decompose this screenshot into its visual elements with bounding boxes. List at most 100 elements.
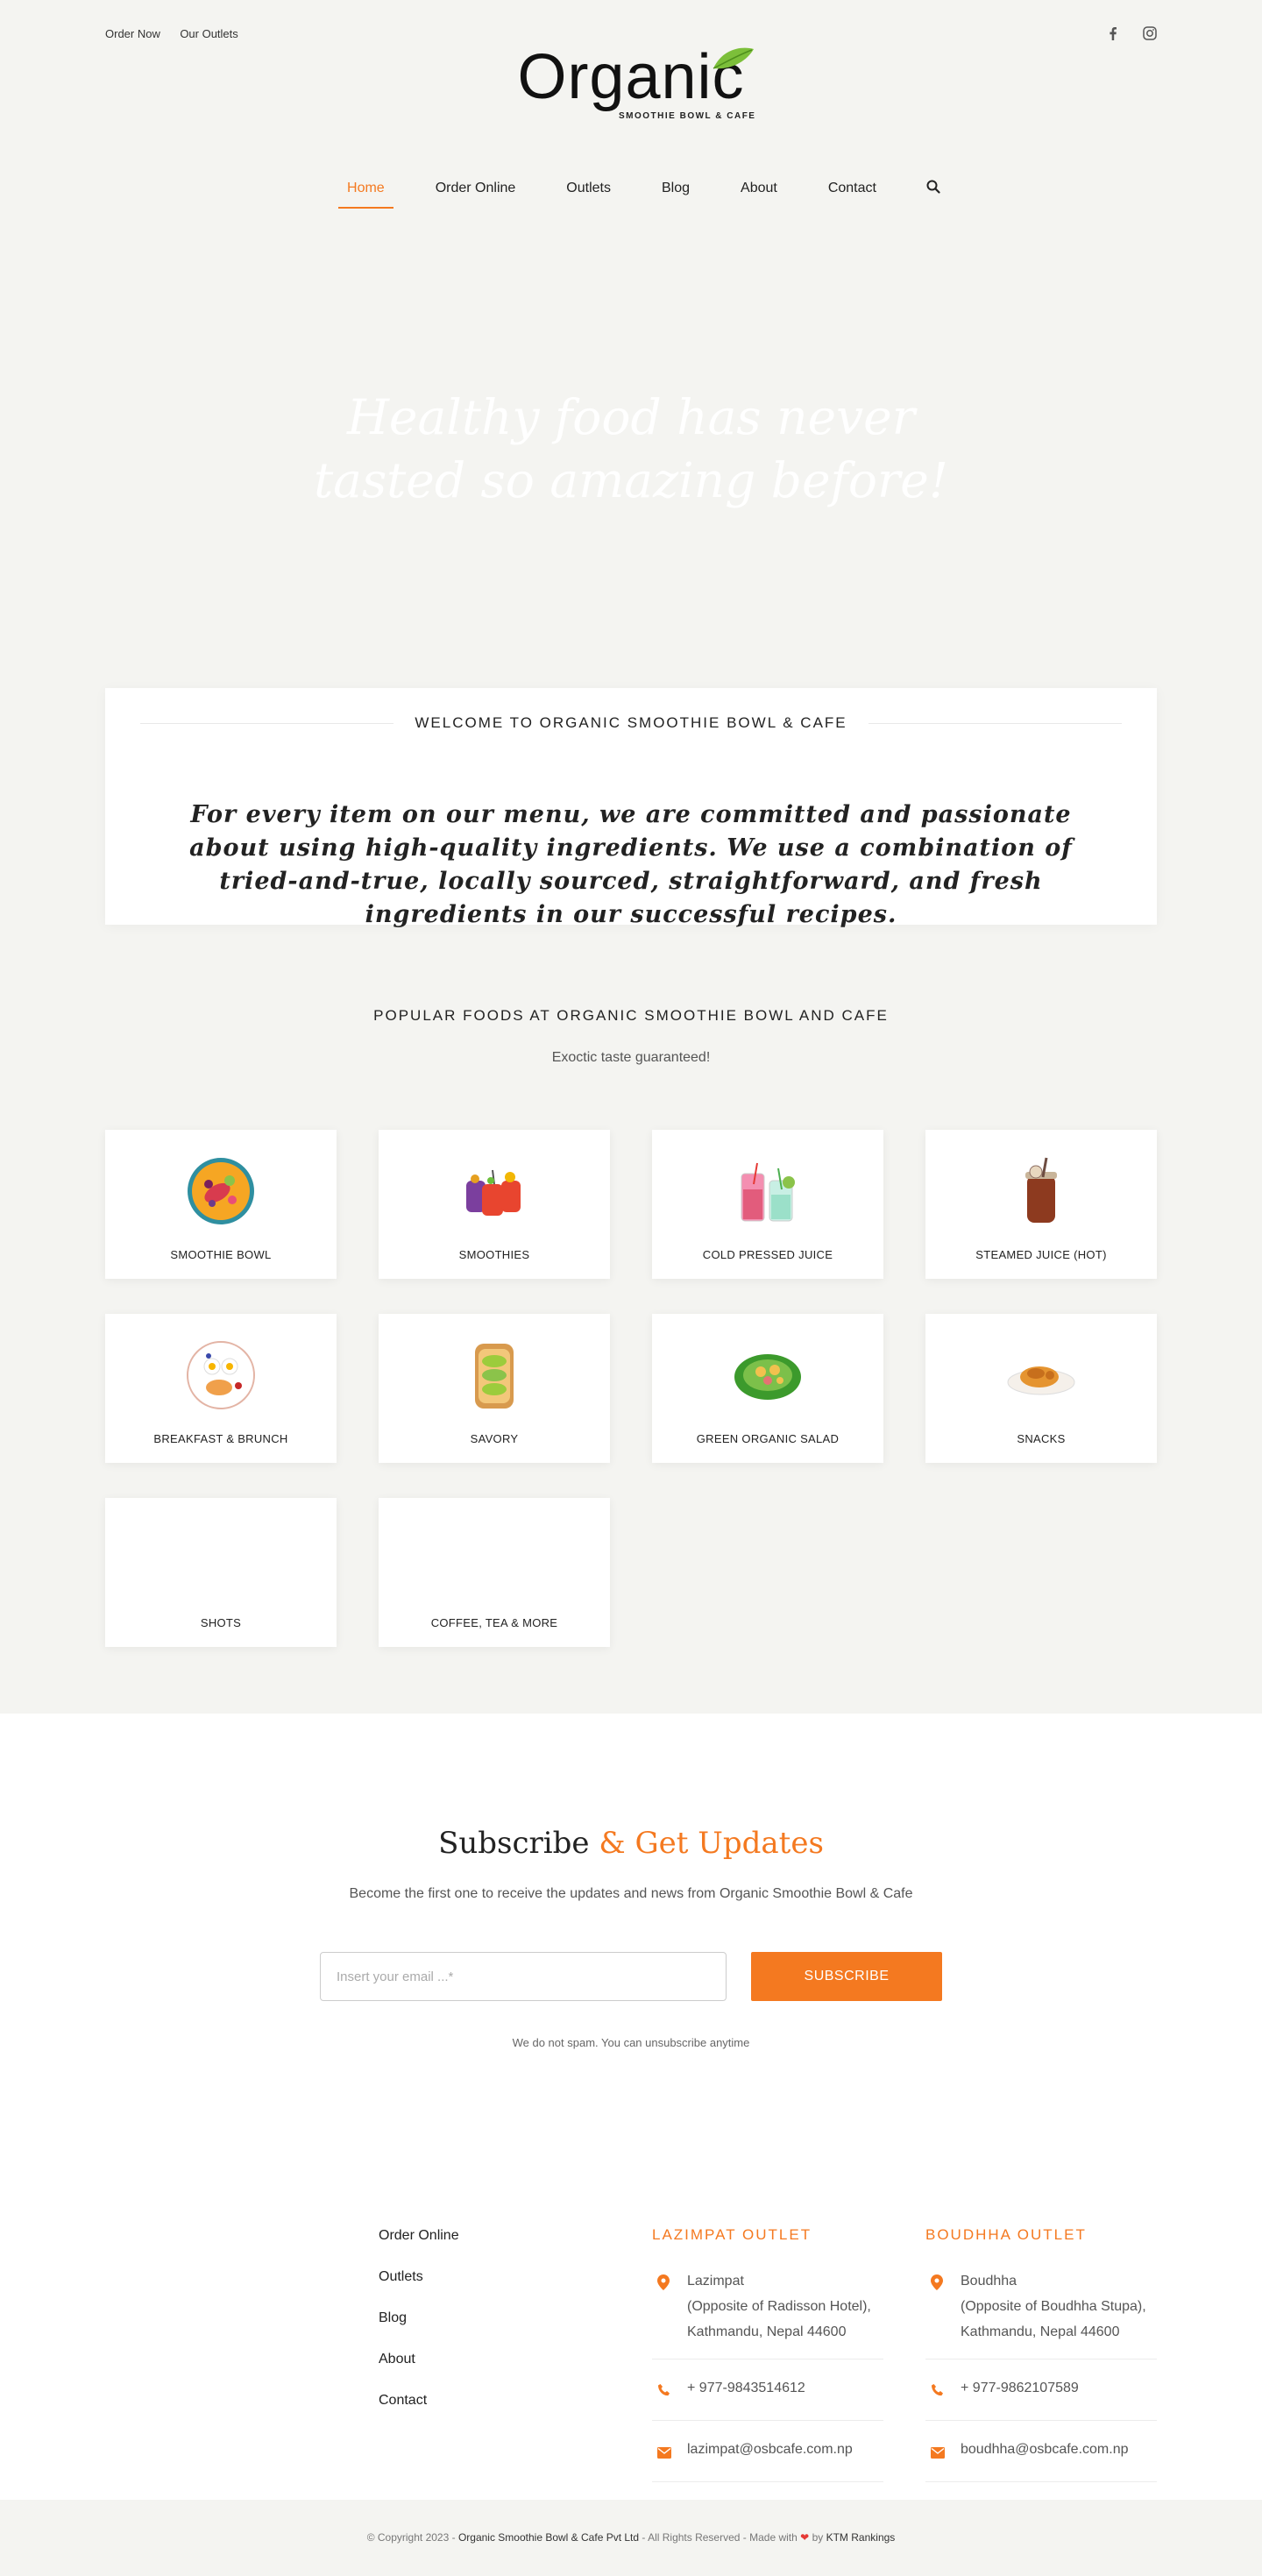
phone-icon [657,2375,673,2406]
address-line-2: (Opposite of Boudhha Stupa), [961,2299,1146,2314]
copyright-prefix: © Copyright 2023 - [366,2531,456,2544]
nav-blog[interactable]: Blog [662,175,690,209]
salad-icon [734,1354,801,1400]
footer-link-outlets[interactable]: Outlets [379,2269,459,2310]
welcome-heading: WELCOME TO ORGANIC SMOOTHIE BOWL & CAFE [140,714,1123,732]
our-outlets-link[interactable]: Our Outlets [180,27,238,40]
site-logo[interactable]: Organic [0,46,1262,109]
welcome-title: WELCOME TO ORGANIC SMOOTHIE BOWL & CAFE [415,714,847,731]
category-card-smoothies[interactable]: SMOOTHIES [379,1130,610,1279]
nav-home[interactable]: Home [338,175,393,209]
logo-tagline: SMOOTHIE BOWL & CAFE [619,111,756,121]
copyright-middle: - All Rights Reserved - Made with [642,2531,798,2544]
address-line-3: Kathmandu, Nepal 44600 [961,2324,1120,2339]
outlet-phone[interactable]: + 977-9862107589 [925,2370,1157,2421]
agency-link[interactable]: KTM Rankings [826,2531,896,2544]
main-nav: Home Order Online Outlets Blog About Con… [0,175,1262,209]
envelope-icon [657,2437,673,2467]
food-category-grid: SMOOTHIE BOWL SMOOTHIES COLD PRESSED JUI… [105,1130,1157,1647]
welcome-text: For every item on our menu, we are commi… [189,801,1073,928]
address-line-1: Boudhha [961,2274,1017,2289]
category-label: SMOOTHIE BOWL [170,1248,272,1261]
envelope-icon [931,2437,946,2467]
divider [868,722,1123,724]
outlet-address: Lazimpat (Opposite of Radisson Hotel), K… [652,2263,883,2360]
hero-line-2: tasted so amazing before! [314,452,948,508]
subscribe-button[interactable]: SUBSCRIBE [751,1952,942,2001]
breakfast-icon [187,1341,255,1409]
map-marker-icon [657,2268,673,2345]
category-card-snacks[interactable]: SNACKS [925,1314,1157,1463]
category-label: COFFEE, TEA & MORE [430,1616,558,1629]
category-card-breakfast[interactable]: BREAKFAST & BRUNCH [105,1314,337,1463]
footer-link-order-online[interactable]: Order Online [379,2228,459,2269]
order-now-link[interactable]: Order Now [105,27,160,40]
subscribe-title-main: Subscribe [438,1826,590,1861]
phone-icon [931,2375,946,2406]
outlet-title: LAZIMPAT OUTLET [652,2226,812,2243]
outlet-address: Boudhha (Opposite of Boudhha Stupa), Kat… [925,2263,1157,2360]
top-bar: Order Now Our Outlets [105,26,1157,44]
popular-subtitle: Exoctic taste guaranteed! [551,1050,711,1065]
lazimpat-outlet: LAZIMPAT OUTLET Lazimpat (Opposite of Ra… [652,2226,883,2493]
subscribe-section: Subscribe & Get Updates Become the first… [0,1714,1262,2174]
email-address: boudhha@osbcafe.com.np [961,2442,1129,2457]
popular-title: POPULAR FOODS AT ORGANIC SMOOTHIE BOWL A… [373,1007,889,1024]
address-line-2: (Opposite of Radisson Hotel), [687,2299,871,2314]
hero-line-1: Healthy food has never [346,389,916,445]
outlet-title: BOUDHHA OUTLET [925,2226,1087,2243]
smoothie-bowl-icon [188,1158,254,1224]
logo-wordmark: Organic [517,42,745,112]
social-links [1106,26,1157,40]
hot-juice-icon [1025,1157,1057,1223]
boudhha-outlet: BOUDHHA OUTLET Boudhha (Opposite of Boud… [925,2226,1157,2493]
footer-link-about[interactable]: About [379,2352,459,2393]
category-card-cold-pressed-juice[interactable]: COLD PRESSED JUICE [652,1130,883,1279]
category-card-coffee-tea[interactable]: COFFEE, TEA & MORE [379,1498,610,1647]
nav-about[interactable]: About [741,175,777,209]
map-marker-icon [931,2268,946,2345]
outlet-email[interactable]: lazimpat@osbcafe.com.np [652,2431,883,2482]
outlet-phone[interactable]: + 977-9843514612 [652,2370,883,2421]
nav-order-online[interactable]: Order Online [436,175,516,209]
snacks-icon [1007,1366,1075,1395]
divider [140,722,394,724]
category-label: COLD PRESSED JUICE [702,1248,833,1261]
category-label: STEAMED JUICE (HOT) [975,1248,1107,1261]
phone-number: + 977-9843514612 [687,2381,805,2395]
footer-link-blog[interactable]: Blog [379,2310,459,2352]
instagram-icon[interactable] [1143,26,1157,40]
avocado-toast-icon [475,1344,514,1409]
category-card-green-salad[interactable]: GREEN ORGANIC SALAD [652,1314,883,1463]
category-card-steamed-juice[interactable]: STEAMED JUICE (HOT) [925,1130,1157,1279]
address-line-1: Lazimpat [687,2274,744,2289]
nav-contact[interactable]: Contact [828,175,876,209]
footer-links: Order Online Outlets Blog About Contact [379,2228,459,2434]
footer-link-contact[interactable]: Contact [379,2393,459,2434]
search-icon[interactable] [926,180,940,198]
subscribe-title-accent: & Get Updates [599,1826,824,1861]
subscribe-description: Become the first one to receive the upda… [349,1886,913,1901]
category-card-savory[interactable]: SAVORY [379,1314,610,1463]
email-input[interactable] [320,1952,727,2001]
email-address: lazimpat@osbcafe.com.np [687,2442,853,2457]
facebook-icon[interactable] [1106,26,1120,40]
category-label: SAVORY [470,1432,519,1445]
nav-outlets[interactable]: Outlets [566,175,611,209]
copyright-bar: © Copyright 2023 - Organic Smoothie Bowl… [0,2500,1262,2576]
subscribe-title: Subscribe & Get Updates [0,1826,1262,1861]
leaf-icon [713,47,754,69]
category-label: BREAKFAST & BRUNCH [153,1432,288,1445]
category-label: SHOTS [200,1616,242,1629]
smoothies-icon [466,1169,521,1216]
category-card-shots[interactable]: SHOTS [105,1498,337,1647]
heart-icon: ❤ [800,2531,810,2544]
category-label: SMOOTHIES [458,1248,530,1261]
category-label: SNACKS [1017,1432,1066,1445]
welcome-card: WELCOME TO ORGANIC SMOOTHIE BOWL & CAFE … [105,688,1157,928]
cold-juice-icon [741,1162,795,1222]
category-card-smoothie-bowl[interactable]: SMOOTHIE BOWL [105,1130,337,1279]
category-label: GREEN ORGANIC SALAD [696,1432,840,1445]
outlet-email[interactable]: boudhha@osbcafe.com.np [925,2431,1157,2482]
company-link[interactable]: Organic Smoothie Bowl & Cafe Pvt Ltd [458,2531,639,2544]
